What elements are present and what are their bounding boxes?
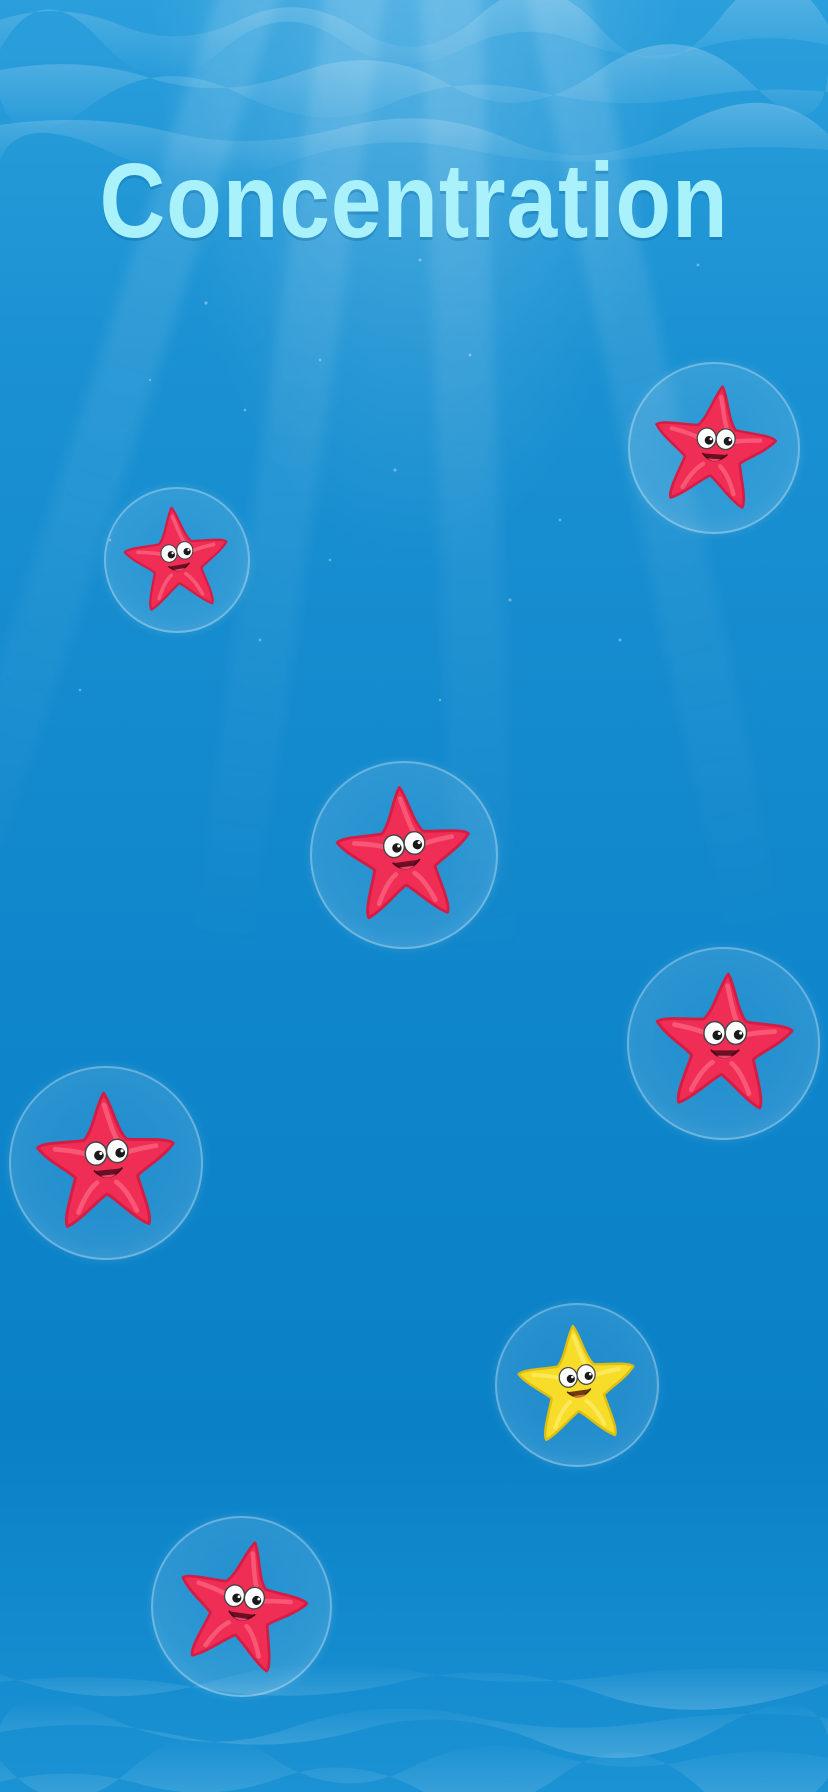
starfish-bubble[interactable] xyxy=(9,1066,203,1260)
red-starfish-icon xyxy=(628,362,800,534)
starfish-bubble[interactable] xyxy=(151,1516,332,1697)
seafloor-caustics xyxy=(0,1662,828,1792)
red-starfish-icon xyxy=(151,1516,332,1697)
yellow-starfish-icon xyxy=(495,1303,659,1467)
red-starfish-icon xyxy=(118,500,235,614)
starfish-bubble[interactable] xyxy=(495,1303,659,1467)
starfish-bubble[interactable] xyxy=(627,947,820,1140)
red-starfish-icon xyxy=(310,761,498,949)
starfish-bubble[interactable] xyxy=(628,362,800,534)
game-scene: Concentration xyxy=(0,0,828,1792)
red-starfish-icon xyxy=(627,947,820,1140)
game-title: Concentration xyxy=(99,142,729,260)
red-starfish-icon xyxy=(9,1066,203,1260)
starfish-bubble[interactable] xyxy=(310,761,498,949)
starfish-bubble[interactable] xyxy=(104,487,250,633)
